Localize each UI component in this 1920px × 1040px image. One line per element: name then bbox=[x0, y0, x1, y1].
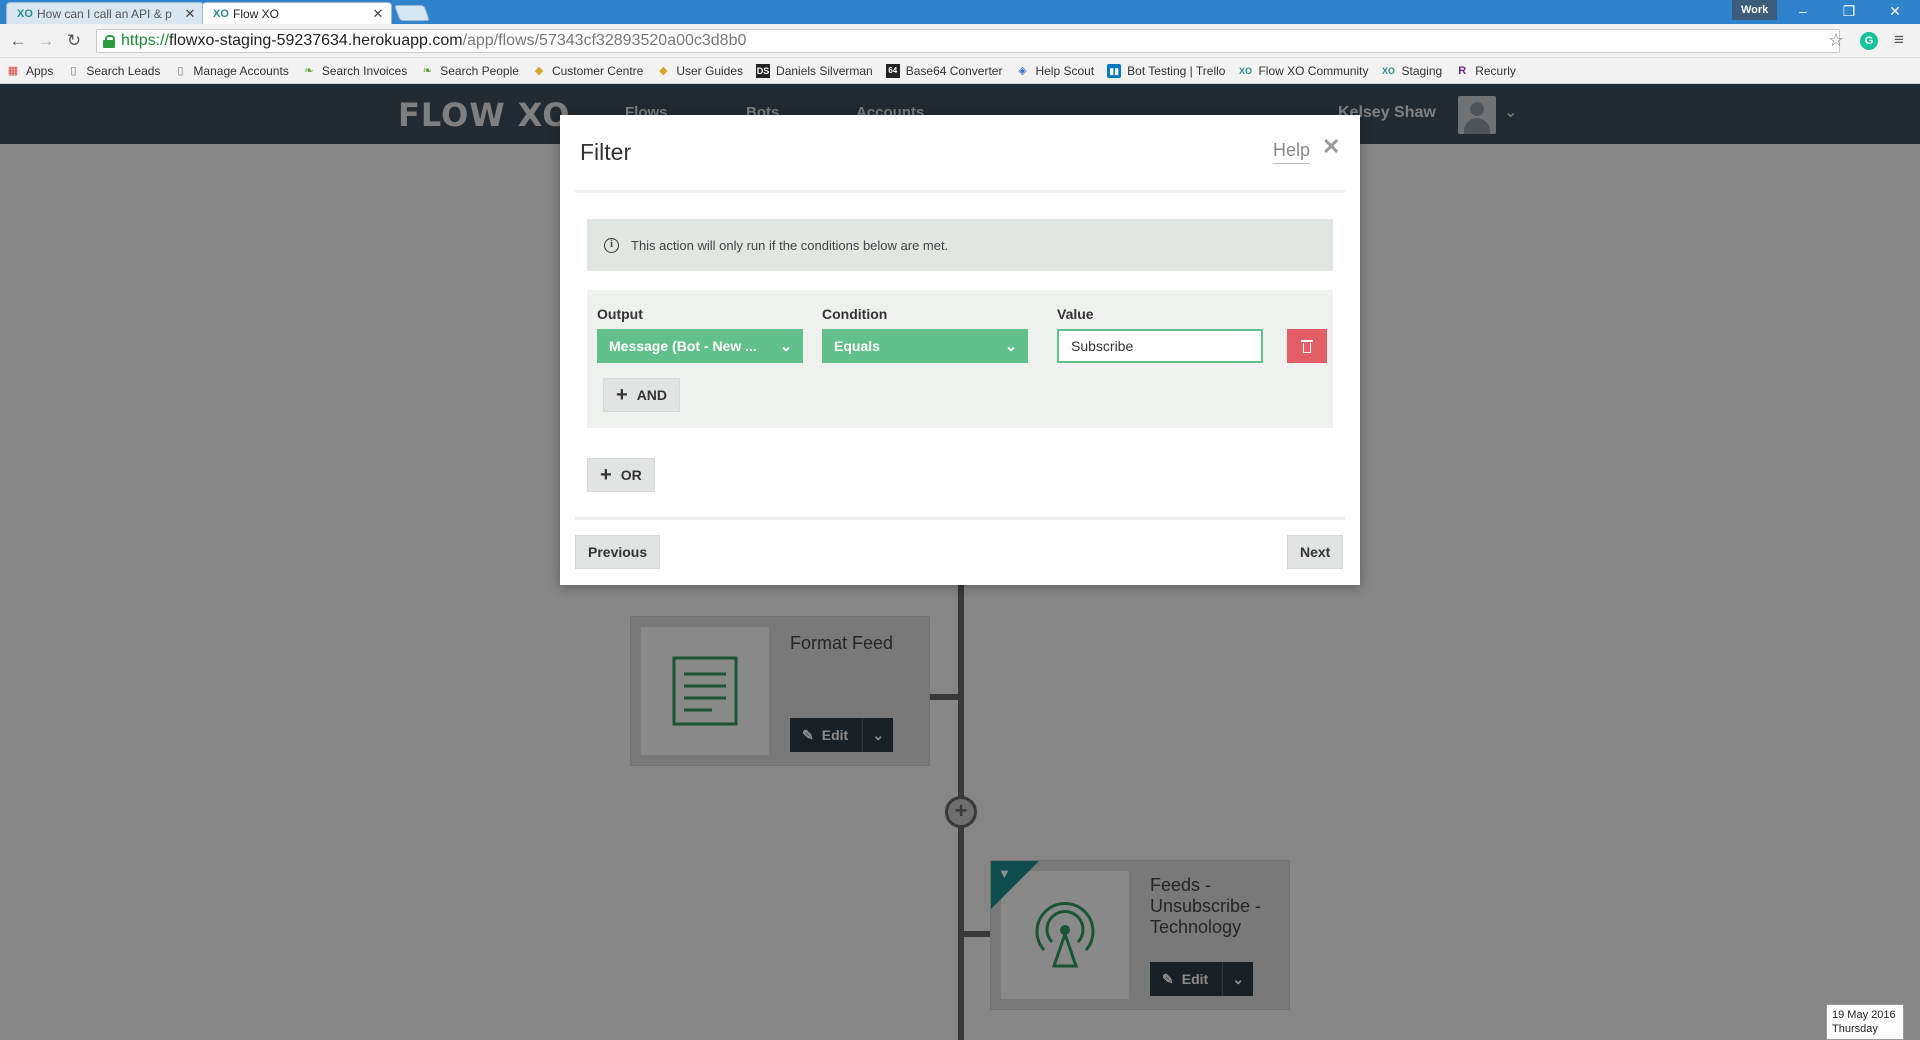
modal-title: Filter bbox=[580, 139, 632, 165]
info-icon: i bbox=[604, 237, 619, 253]
bookmark-item[interactable]: DS Daniels Silverman bbox=[756, 63, 873, 78]
url-host: flowxo-staging-59237634.herokuapp.com bbox=[169, 32, 463, 49]
reload-icon[interactable]: ↻ bbox=[62, 30, 86, 52]
restore-icon[interactable]: ❐ bbox=[1826, 0, 1872, 24]
value-label: Value bbox=[1057, 306, 1094, 322]
profile-badge[interactable]: Work bbox=[1732, 0, 1778, 20]
add-or-button[interactable]: + OR bbox=[587, 458, 655, 492]
divider bbox=[575, 190, 1345, 193]
new-tab-button[interactable] bbox=[394, 5, 430, 21]
page-icon: ▯ bbox=[70, 64, 77, 77]
taskbar-clock[interactable]: 19 May 2016 Thursday bbox=[1826, 1004, 1904, 1040]
bookmark-item[interactable]: ▮▮ Bot Testing | Trello bbox=[1107, 63, 1225, 78]
minimize-icon[interactable]: – bbox=[1780, 0, 1826, 24]
bookmarks-bar: ▦ Apps ▯ Search Leads ▯ Manage Accounts ❧ Se… bbox=[0, 58, 1920, 84]
grammarly-extension-icon[interactable]: G bbox=[1860, 32, 1878, 50]
bookmark-item[interactable]: 64 Base64 Converter bbox=[885, 63, 1002, 78]
address-bar[interactable]: https://flowxo-staging-59237634.herokuap… bbox=[96, 29, 1840, 53]
output-select[interactable]: Message (Bot - New ... ⌄ bbox=[597, 329, 803, 363]
chevron-down-icon: ⌄ bbox=[779, 338, 793, 355]
flowxo-icon: XO bbox=[1238, 65, 1252, 76]
tab-title: Flow XO bbox=[233, 6, 280, 21]
leaf-icon: ❧ bbox=[304, 64, 314, 77]
zendesk-icon: ◆ bbox=[534, 64, 544, 77]
info-text: This action will only run if the conditi… bbox=[631, 237, 949, 253]
flowxo-favicon-icon: XO bbox=[213, 7, 229, 20]
base64-icon: 64 bbox=[885, 63, 900, 78]
apps-grid-icon: ▦ bbox=[7, 64, 19, 77]
close-icon[interactable]: ✕ bbox=[1322, 134, 1340, 160]
close-icon[interactable]: ✕ bbox=[183, 6, 197, 22]
add-and-button[interactable]: + AND bbox=[603, 378, 681, 412]
bookmark-item[interactable]: R Recurly bbox=[1455, 64, 1516, 78]
browser-tab-active[interactable]: XO Flow XO ✕ bbox=[202, 2, 392, 24]
bookmark-item[interactable]: ◆ User Guides bbox=[656, 64, 743, 78]
next-button[interactable]: Next bbox=[1287, 535, 1344, 569]
bookmark-item[interactable]: ▦ Apps bbox=[6, 64, 54, 78]
tab-title: How can I call an API & p bbox=[37, 6, 172, 21]
plus-icon: + bbox=[616, 384, 628, 406]
recurly-icon: R bbox=[1458, 64, 1467, 77]
browser-tabstrip: XO How can I call an API & p ✕ XO Flow X… bbox=[0, 0, 1920, 24]
lock-icon bbox=[103, 35, 115, 48]
previous-button[interactable]: Previous bbox=[575, 535, 661, 569]
browser-menu-icon[interactable]: ≡ bbox=[1894, 30, 1904, 50]
bookmark-item[interactable]: ◈ Help Scout bbox=[1015, 64, 1094, 78]
bookmark-item[interactable]: ❧ Search People bbox=[420, 64, 519, 78]
back-arrow-icon[interactable]: ← bbox=[6, 30, 30, 52]
flowxo-favicon-icon: XO bbox=[17, 7, 33, 20]
close-icon[interactable]: ✕ bbox=[371, 6, 385, 22]
ds-icon: DS bbox=[756, 63, 771, 78]
leaf-icon: ❧ bbox=[422, 64, 432, 77]
url-scheme: https:// bbox=[121, 32, 170, 49]
bookmark-item[interactable]: ▯ Search Leads bbox=[66, 64, 160, 78]
zendesk-icon: ◆ bbox=[659, 64, 668, 77]
output-label: Output bbox=[597, 306, 643, 322]
value-input[interactable] bbox=[1057, 329, 1263, 363]
condition-group: Output Condition Value Message (Bot - Ne… bbox=[587, 290, 1333, 428]
url-path: /app/flows/57343cf32893520a00c3d8b0 bbox=[462, 32, 747, 49]
condition-select[interactable]: Equals ⌄ bbox=[822, 329, 1028, 363]
browser-toolbar: ← → ↻ https://flowxo-staging-59237634.he… bbox=[0, 24, 1920, 58]
date-text: 19 May 2016 bbox=[1832, 1009, 1896, 1021]
filter-modal: Filter Help ✕ i This action will only ru… bbox=[560, 115, 1360, 585]
condition-label: Condition bbox=[822, 306, 888, 322]
help-link[interactable]: Help bbox=[1273, 140, 1311, 164]
bookmark-item[interactable]: ❧ Search Invoices bbox=[302, 64, 407, 78]
helpscout-icon: ◈ bbox=[1018, 64, 1027, 77]
trello-icon: ▮▮ bbox=[1107, 63, 1122, 78]
chevron-down-icon: ⌄ bbox=[1004, 338, 1018, 355]
browser-tab[interactable]: XO How can I call an API & p ✕ bbox=[6, 2, 204, 24]
bookmark-star-icon[interactable]: ☆ bbox=[1828, 30, 1844, 51]
flowxo-icon: XO bbox=[1381, 65, 1395, 76]
trash-icon bbox=[1301, 339, 1313, 353]
bookmark-item[interactable]: XO Staging bbox=[1381, 64, 1442, 78]
page-icon: ▯ bbox=[177, 64, 184, 77]
bookmark-item[interactable]: ◆ Customer Centre bbox=[532, 64, 644, 78]
plus-icon: + bbox=[600, 464, 612, 486]
bookmark-item[interactable]: XO Flow XO Community bbox=[1238, 64, 1369, 78]
delete-condition-button[interactable] bbox=[1287, 329, 1327, 363]
close-window-icon[interactable]: ✕ bbox=[1872, 0, 1918, 24]
forward-arrow-icon[interactable]: → bbox=[34, 30, 58, 52]
info-message: i This action will only run if the condi… bbox=[587, 219, 1333, 271]
divider bbox=[575, 517, 1345, 520]
day-text: Thursday bbox=[1832, 1023, 1878, 1035]
bookmark-item[interactable]: ▯ Manage Accounts bbox=[173, 64, 288, 78]
